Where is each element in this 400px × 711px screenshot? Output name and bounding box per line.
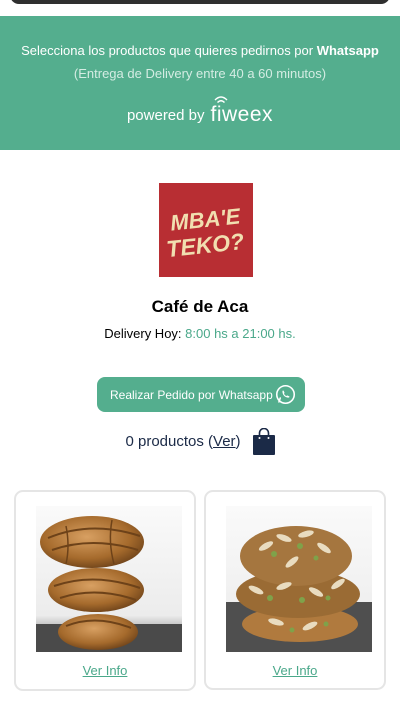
- top-address-bar: [10, 0, 390, 4]
- cart-summary: 0 productos (Ver): [0, 428, 400, 455]
- store-name: Café de Aca: [151, 297, 249, 316]
- shopping-bag-icon[interactable]: [252, 428, 275, 455]
- whatsapp-order-button[interactable]: Realizar Pedido por Whatsapp: [97, 377, 305, 412]
- almond-croissant-photo[interactable]: [226, 506, 372, 652]
- fiweex-logo[interactable]: fiweex: [211, 96, 274, 126]
- delivery-hours: Delivery Hoy: 8:00 hs a 21:00 hs.: [104, 326, 296, 341]
- hero-instructions: Selecciona los productos que quieres ped…: [21, 43, 379, 58]
- store-logo: MBA'E TEKO?: [159, 183, 253, 277]
- cart-count-close: ): [235, 433, 241, 450]
- product-info-link[interactable]: Ver Info: [16, 663, 194, 678]
- powered-by-text: powered by: [126, 107, 205, 124]
- powered-by: powered by fiweex: [0, 96, 400, 126]
- hero-banner: Selecciona los productos que quieres ped…: [0, 16, 400, 150]
- cart-count: 0 productos (: [125, 433, 214, 450]
- product-card[interactable]: Ver Info: [204, 490, 386, 690]
- view-cart-link[interactable]: Ver: [213, 433, 236, 450]
- hero-delivery-time: (Entrega de Delivery entre 40 a 60 minut…: [73, 66, 327, 81]
- wifi-icon: [214, 96, 228, 104]
- product-card[interactable]: Ver Info: [14, 490, 196, 691]
- croissant-stack-photo[interactable]: [36, 506, 182, 652]
- product-info-link[interactable]: Ver Info: [206, 663, 384, 678]
- whatsapp-icon: [275, 384, 296, 405]
